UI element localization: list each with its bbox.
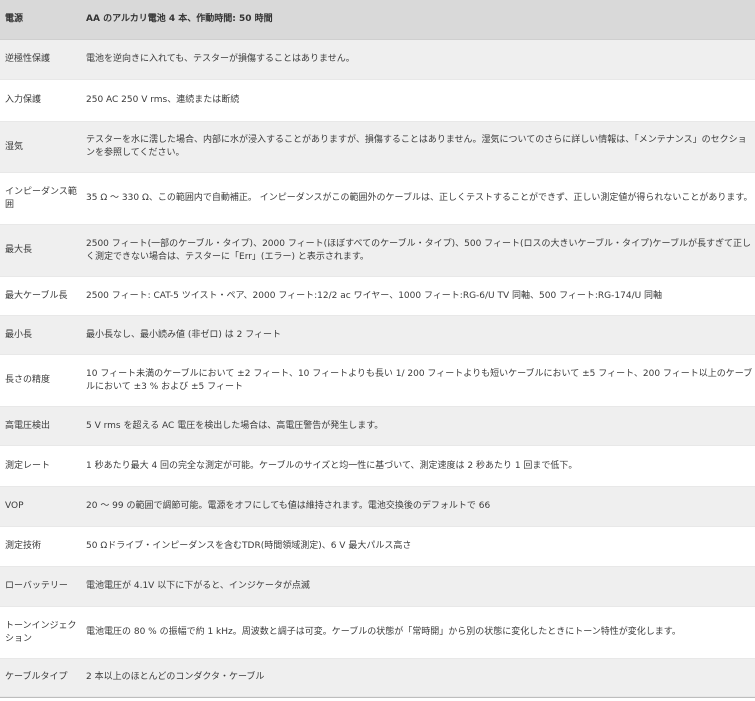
spec-label: 最大ケーブル長 [0, 276, 84, 316]
spec-value: 1 秒あたり最大 4 回の完全な測定が可能。ケーブルのサイズと均一性に基づいて、… [84, 445, 755, 487]
table-row: ローバッテリー 電池電圧が 4.1V 以下に下がると、インジケータが点滅 [0, 566, 755, 607]
spec-value: 電池電圧の 80 % の振幅で約 1 kHz。周波数と調子は可変。ケーブルの状態… [84, 606, 755, 659]
spec-value: テスターを水に濡した場合、内部に水が浸入することがありますが、損傷することはあり… [84, 121, 755, 173]
table-bottom-divider [0, 697, 755, 698]
table-row: トーンインジェクション 電池電圧の 80 % の振幅で約 1 kHz。周波数と調… [0, 606, 755, 659]
spec-value: 20 ～ 99 の範囲で調節可能。電源をオフにしても値は維持されます。電池交換後… [84, 486, 755, 527]
spec-label: 高電圧検出 [0, 406, 84, 446]
spec-label: VOP [0, 486, 84, 527]
table-row: 入力保護 250 AC 250 V rms、連続または断続 [0, 79, 755, 122]
spec-value: 電池電圧が 4.1V 以下に下がると、インジケータが点滅 [84, 566, 755, 607]
table-row: 長さの精度 10 フィート未満のケーブルにおいて ±2 フィート、10 フィート… [0, 354, 755, 407]
spec-value: 2 本以上のほとんどのコンダクタ・ケーブル [84, 658, 755, 697]
spec-label: 測定技術 [0, 526, 84, 567]
spec-value: 10 フィート未満のケーブルにおいて ±2 フィート、10 フィートよりも長い … [84, 354, 755, 407]
table-header-row: 電源 AA のアルカリ電池 4 本、作動時間: 50 時間 [0, 0, 755, 40]
spec-value: 電池を逆向きに入れても、テスターが損傷することはありません。 [84, 39, 755, 80]
spec-label: 湿気 [0, 121, 84, 173]
spec-label: ケーブルタイプ [0, 658, 84, 697]
header-value-cell: AA のアルカリ電池 4 本、作動時間: 50 時間 [84, 0, 755, 40]
table-row: インピーダンス範囲 35 Ω ～ 330 Ω、この範囲内で自動補正。 インピーダ… [0, 172, 755, 225]
table-row: VOP 20 ～ 99 の範囲で調節可能。電源をオフにしても値は維持されます。電… [0, 486, 755, 527]
spec-label: 逆極性保護 [0, 39, 84, 80]
spec-value: 250 AC 250 V rms、連続または断続 [84, 79, 755, 122]
spec-label: 最大長 [0, 224, 84, 277]
spec-value: 50 Ωドライブ・インピーダンスを含むTDR(時間領域測定)、6 V 最大パルス… [84, 526, 755, 567]
table-row: 逆極性保護 電池を逆向きに入れても、テスターが損傷することはありません。 [0, 39, 755, 80]
spec-label: 最小長 [0, 315, 84, 355]
table-row: 湿気 テスターを水に濡した場合、内部に水が浸入することがありますが、損傷すること… [0, 121, 755, 173]
spec-label: トーンインジェクション [0, 606, 84, 659]
table-row: 高電圧検出 5 V rms を超える AC 電圧を検出した場合は、高電圧警告が発… [0, 406, 755, 446]
spec-label: 入力保護 [0, 79, 84, 122]
table-row: 測定技術 50 Ωドライブ・インピーダンスを含むTDR(時間領域測定)、6 V … [0, 526, 755, 567]
spec-label: ローバッテリー [0, 566, 84, 607]
spec-value: 5 V rms を超える AC 電圧を検出した場合は、高電圧警告が発生します。 [84, 406, 755, 446]
spec-value: 最小長なし、最小読み値 (非ゼロ) は 2 フィート [84, 315, 755, 355]
table-row: 最大長 2500 フィート(一部のケーブル・タイプ)、2000 フィート(ほぼす… [0, 224, 755, 277]
spec-value: 35 Ω ～ 330 Ω、この範囲内で自動補正。 インピーダンスがこの範囲外のケ… [84, 172, 755, 225]
spec-value: 2500 フィート(一部のケーブル・タイプ)、2000 フィート(ほぼすべてのケ… [84, 224, 755, 277]
specifications-table: 電源 AA のアルカリ電池 4 本、作動時間: 50 時間 逆極性保護 電池を逆… [0, 0, 755, 697]
table-row: 測定レート 1 秒あたり最大 4 回の完全な測定が可能。ケーブルのサイズと均一性… [0, 445, 755, 487]
spec-label: 測定レート [0, 445, 84, 487]
table-row: 最大ケーブル長 2500 フィート: CAT-5 ツイスト・ペア、2000 フィ… [0, 276, 755, 316]
table-row: ケーブルタイプ 2 本以上のほとんどのコンダクタ・ケーブル [0, 658, 755, 697]
spec-label: 長さの精度 [0, 354, 84, 407]
spec-value: 2500 フィート: CAT-5 ツイスト・ペア、2000 フィート:12/2 … [84, 276, 755, 316]
header-label-cell: 電源 [0, 0, 84, 40]
table-row: 最小長 最小長なし、最小読み値 (非ゼロ) は 2 フィート [0, 315, 755, 355]
spec-label: インピーダンス範囲 [0, 172, 84, 225]
